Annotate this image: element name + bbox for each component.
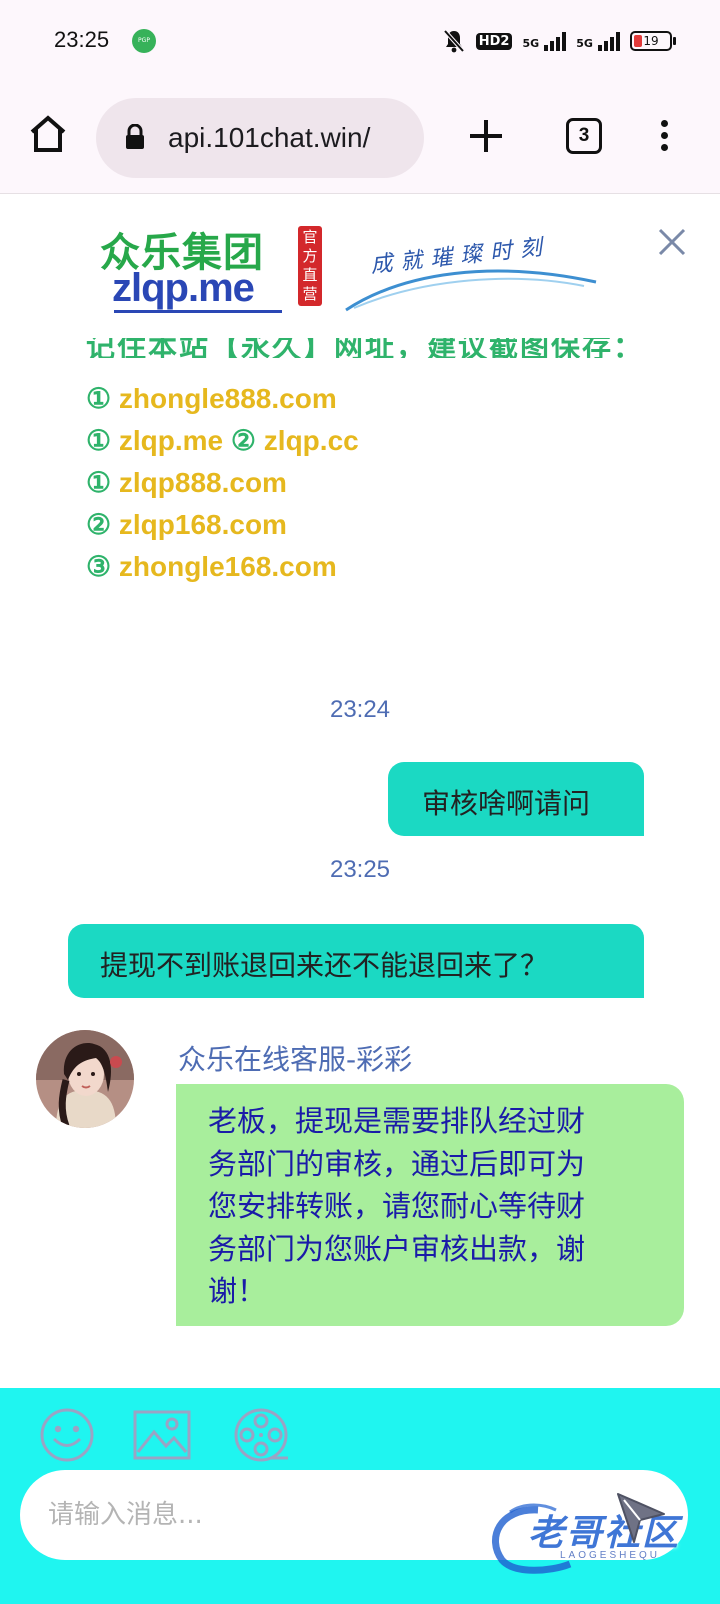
url-text: api.101chat.win/ <box>168 122 371 153</box>
status-bar: 23:25 PGP HD2 5G 5G 19 <box>0 0 720 82</box>
agent-message-line: 务部门为您账户审核出款，谢 <box>208 1231 586 1266</box>
bell-muted-icon <box>443 29 465 53</box>
vpn-icon: PGP <box>132 29 156 53</box>
domain-item: ① zhongle888.com <box>86 383 337 414</box>
signal-sim1-icon: 5G <box>522 31 567 51</box>
more-vert-icon[interactable] <box>652 116 676 156</box>
agent-name: 众乐在线客服-彩彩 <box>178 1043 413 1076</box>
chat-input-bar: 老哥社区 LAOGESHEQU <box>0 1388 720 1604</box>
logo-underline <box>114 310 282 313</box>
user-message-bubble: 审核啥啊请问 <box>388 762 644 836</box>
status-time: 23:25 <box>54 27 110 52</box>
domain-item: ③ zhongle168.com <box>86 551 337 582</box>
hd-voice-icon: HD2 <box>475 32 513 50</box>
battery-icon: 19 <box>630 31 676 51</box>
agent-message-line: 老板，提现是需要排队经过财 <box>208 1104 586 1138</box>
agent-avatar[interactable] <box>36 1030 134 1128</box>
emoji-icon[interactable] <box>38 1406 96 1464</box>
browser-toolbar: api.101chat.win/ 3 <box>0 82 720 194</box>
address-bar[interactable]: api.101chat.win/ <box>96 98 424 178</box>
chat-messages[interactable]: 记住本站【永久】网址，建议截图保存： ① zhongle888.com ① zl… <box>0 316 720 1388</box>
domain-item: ① zlqp888.com <box>86 467 287 498</box>
video-icon[interactable] <box>232 1406 290 1464</box>
agent-message-bubble: 老板，提现是需要排队经过财 务部门的审核，通过后即可为 您安排转账，请您耐心等待… <box>176 1084 684 1326</box>
user-message-bubble: 提现不到账退回来还不能退回来了？ <box>68 924 644 998</box>
brand-logo-en: zlqp.me <box>112 266 255 310</box>
notice-heading-clipped: 记住本站【永久】网址，建议截图保存： <box>86 338 645 358</box>
agent-message-line: 务部门的审核，通过后即可为 <box>208 1146 586 1181</box>
user-message-text: 提现不到账退回来还不能退回来了？ <box>100 949 549 982</box>
watermark-logo: 老哥社区 LAOGESHEQU <box>480 1498 710 1578</box>
domain-item: ② zlqp168.com <box>86 509 287 540</box>
agent-message-line: 谢！ <box>208 1274 267 1308</box>
tab-switcher-button[interactable]: 3 <box>566 118 602 154</box>
plus-icon[interactable] <box>464 114 508 158</box>
official-badge: 官方直营 <box>298 226 322 306</box>
message-timestamp: 23:24 <box>329 696 391 723</box>
user-message-text: 审核啥啊请问 <box>422 787 591 820</box>
battery-level: 19 <box>643 34 659 48</box>
message-timestamp: 23:25 <box>329 856 391 883</box>
close-icon[interactable] <box>654 224 690 260</box>
lock-icon <box>126 124 144 149</box>
ad-banner[interactable]: 众乐集团 zlqp.me 官方直营 成就璀璨时刻 <box>0 212 720 316</box>
status-icons: HD2 5G 5G 19 <box>442 26 676 56</box>
image-icon[interactable] <box>132 1406 192 1464</box>
send-icon[interactable] <box>614 1490 668 1544</box>
signal-sim2-icon: 5G <box>576 31 620 51</box>
home-icon[interactable] <box>26 112 70 156</box>
agent-message-line: 您安排转账，请您耐心等待财 <box>208 1189 586 1223</box>
domain-item: ① zlqp.me ② zlqp.cc <box>86 425 359 456</box>
